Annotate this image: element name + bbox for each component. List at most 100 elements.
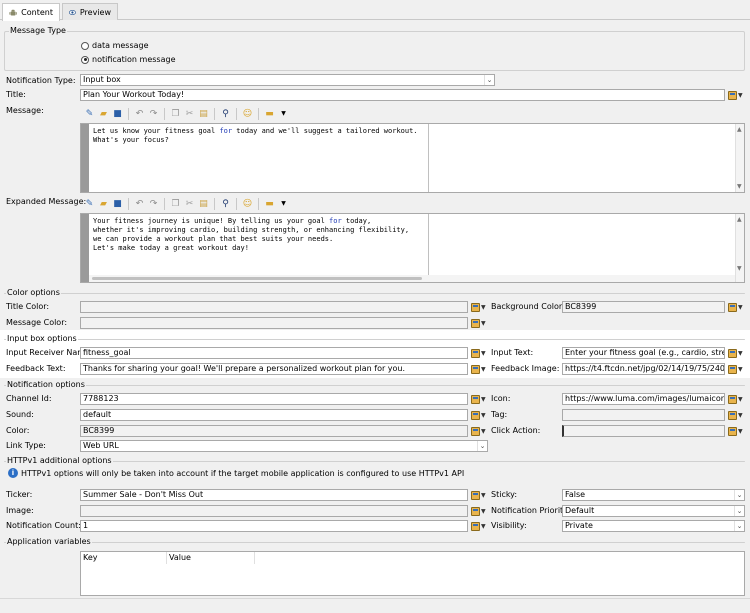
message-text[interactable]: Let us know your fitness goal for today … xyxy=(93,127,418,145)
feedback-text-personalize-button[interactable]: ▼ xyxy=(471,363,487,375)
radio-data-message[interactable]: data message xyxy=(81,41,149,50)
personalize-icon xyxy=(471,348,480,358)
image-input[interactable] xyxy=(80,505,468,517)
emoji-icon[interactable]: ☺ xyxy=(242,199,253,210)
notification-options-divider xyxy=(4,385,745,386)
insert-icon[interactable]: ▬ xyxy=(264,199,275,210)
httpv1-info: i HTTPv1 options will only be taken into… xyxy=(8,468,464,478)
save-icon[interactable]: ■ xyxy=(112,109,123,120)
sound-input[interactable]: default xyxy=(80,409,468,421)
cut-icon[interactable]: ✂ xyxy=(184,109,195,120)
redo-icon[interactable]: ↷ xyxy=(148,199,159,210)
title-color-input[interactable] xyxy=(80,301,468,313)
info-icon: i xyxy=(8,468,18,478)
title-color-personalize-button[interactable]: ▼ xyxy=(471,301,487,313)
expanded-message-text[interactable]: Your fitness journey is unique! By telli… xyxy=(93,217,409,253)
visibility-select[interactable]: Private ⌄ xyxy=(562,520,745,532)
paste-icon[interactable]: ▤ xyxy=(198,109,209,120)
personalize-icon[interactable]: ✎ xyxy=(84,199,95,210)
eye-icon xyxy=(69,9,76,15)
personalize-icon xyxy=(728,348,737,358)
input-text-label: Input Text: xyxy=(491,348,534,357)
app-vars-col-key[interactable]: Key xyxy=(81,552,167,564)
dropdown-arrow-icon: ▼ xyxy=(481,319,486,327)
ticker-label: Ticker: xyxy=(6,490,33,499)
feedback-image-personalize-button[interactable]: ▼ xyxy=(728,363,744,375)
radio-notification-message[interactable]: notification message xyxy=(81,55,175,64)
expanded-message-scrollbar[interactable]: ▲ ▼ xyxy=(735,214,744,282)
image-personalize-button[interactable]: ▼ xyxy=(471,505,487,517)
sticky-value: False xyxy=(565,490,586,499)
personalize-icon xyxy=(471,364,480,374)
sound-personalize-button[interactable]: ▼ xyxy=(471,409,487,421)
background-color-input[interactable]: BC8399 xyxy=(562,301,725,313)
undo-icon[interactable]: ↶ xyxy=(134,109,145,120)
undo-icon[interactable]: ↶ xyxy=(134,199,145,210)
message-editor[interactable]: Let us know your fitness goal for today … xyxy=(80,123,745,193)
message-color-personalize-button[interactable]: ▼ xyxy=(471,317,487,329)
open-folder-icon[interactable]: ▰ xyxy=(98,199,109,210)
channel-id-personalize-button[interactable]: ▼ xyxy=(471,393,487,405)
personalize-icon xyxy=(471,318,480,328)
find-icon[interactable]: ⚲ xyxy=(220,199,231,210)
channel-id-input[interactable]: 7788123 xyxy=(80,393,468,405)
notification-count-label: Notification Count: xyxy=(6,521,81,530)
feedback-text-input[interactable]: Thanks for sharing your goal! We'll prep… xyxy=(80,363,468,375)
app-vars-col-value[interactable]: Value xyxy=(167,552,255,564)
tab-preview[interactable]: Preview xyxy=(62,3,118,20)
color-input[interactable]: BC8399 xyxy=(80,425,468,437)
input-text-input[interactable]: Enter your fitness goal (e.g., cardio, s… xyxy=(562,347,725,359)
emoji-icon[interactable]: ☺ xyxy=(242,109,253,120)
app-vars-legend: Application variables xyxy=(6,537,92,546)
notification-priority-value: Default xyxy=(565,506,595,515)
title-personalize-button[interactable]: ▼ xyxy=(728,89,744,101)
input-text-personalize-button[interactable]: ▼ xyxy=(728,347,744,359)
tag-label: Tag: xyxy=(491,410,508,419)
title-input[interactable]: Plan Your Workout Today! xyxy=(80,89,725,101)
click-action-personalize-button[interactable]: ▼ xyxy=(728,425,744,437)
click-action-input[interactable] xyxy=(562,425,725,437)
notification-count-personalize-button[interactable]: ▼ xyxy=(471,520,487,532)
link-type-select[interactable]: Web URL ⌄ xyxy=(80,440,488,452)
save-icon[interactable]: ■ xyxy=(112,199,123,210)
copy-icon[interactable]: ❐ xyxy=(170,109,181,120)
visibility-label: Visibility: xyxy=(491,521,527,530)
personalize-icon[interactable]: ✎ xyxy=(84,109,95,120)
httpv1-legend: HTTPv1 additional options xyxy=(6,456,113,465)
notification-count-input[interactable]: 1 xyxy=(80,520,468,532)
input-box-options-divider xyxy=(4,339,745,340)
background-color-personalize-button[interactable]: ▼ xyxy=(728,301,744,313)
icon-personalize-button[interactable]: ▼ xyxy=(728,393,744,405)
find-icon[interactable]: ⚲ xyxy=(220,109,231,120)
visibility-value: Private xyxy=(565,521,593,530)
notification-type-select[interactable]: Input box ⌄ xyxy=(80,74,495,86)
app-vars-table[interactable]: Key Value xyxy=(80,551,745,596)
httpv1-divider xyxy=(4,461,745,462)
tag-input[interactable] xyxy=(562,409,725,421)
sticky-select[interactable]: False ⌄ xyxy=(562,489,745,501)
cut-icon[interactable]: ✂ xyxy=(184,199,195,210)
expanded-message-editor[interactable]: Your fitness journey is unique! By telli… xyxy=(80,213,745,283)
feedback-image-input[interactable]: https://t4.ftcdn.net/jpg/02/14/19/75/240… xyxy=(562,363,725,375)
color-personalize-button[interactable]: ▼ xyxy=(471,425,487,437)
tag-personalize-button[interactable]: ▼ xyxy=(728,409,744,421)
paste-icon[interactable]: ▤ xyxy=(198,199,209,210)
ticker-personalize-button[interactable]: ▼ xyxy=(471,489,487,501)
dropdown-arrow-icon: ▼ xyxy=(481,303,486,311)
message-scrollbar[interactable]: ▲ ▼ xyxy=(735,124,744,192)
dropdown-arrow-icon[interactable]: ▼ xyxy=(278,109,289,120)
input-receiver-personalize-button[interactable]: ▼ xyxy=(471,347,487,359)
notification-priority-select[interactable]: Default ⌄ xyxy=(562,505,745,517)
open-folder-icon[interactable]: ▰ xyxy=(98,109,109,120)
insert-icon[interactable]: ▬ xyxy=(264,109,275,120)
expanded-message-hscrollbar[interactable] xyxy=(89,275,735,282)
message-color-input[interactable] xyxy=(80,317,468,329)
copy-icon[interactable]: ❐ xyxy=(170,199,181,210)
icon-input[interactable]: https://www.luma.com/images/lumaicon xyxy=(562,393,725,405)
dropdown-arrow-icon[interactable]: ▼ xyxy=(278,199,289,210)
dropdown-arrow-icon: ▼ xyxy=(481,349,486,357)
input-receiver-name-input[interactable]: fitness_goal xyxy=(80,347,468,359)
tab-content[interactable]: Content xyxy=(2,3,60,21)
redo-icon[interactable]: ↷ xyxy=(148,109,159,120)
ticker-input[interactable]: Summer Sale - Don't Miss Out xyxy=(80,489,468,501)
